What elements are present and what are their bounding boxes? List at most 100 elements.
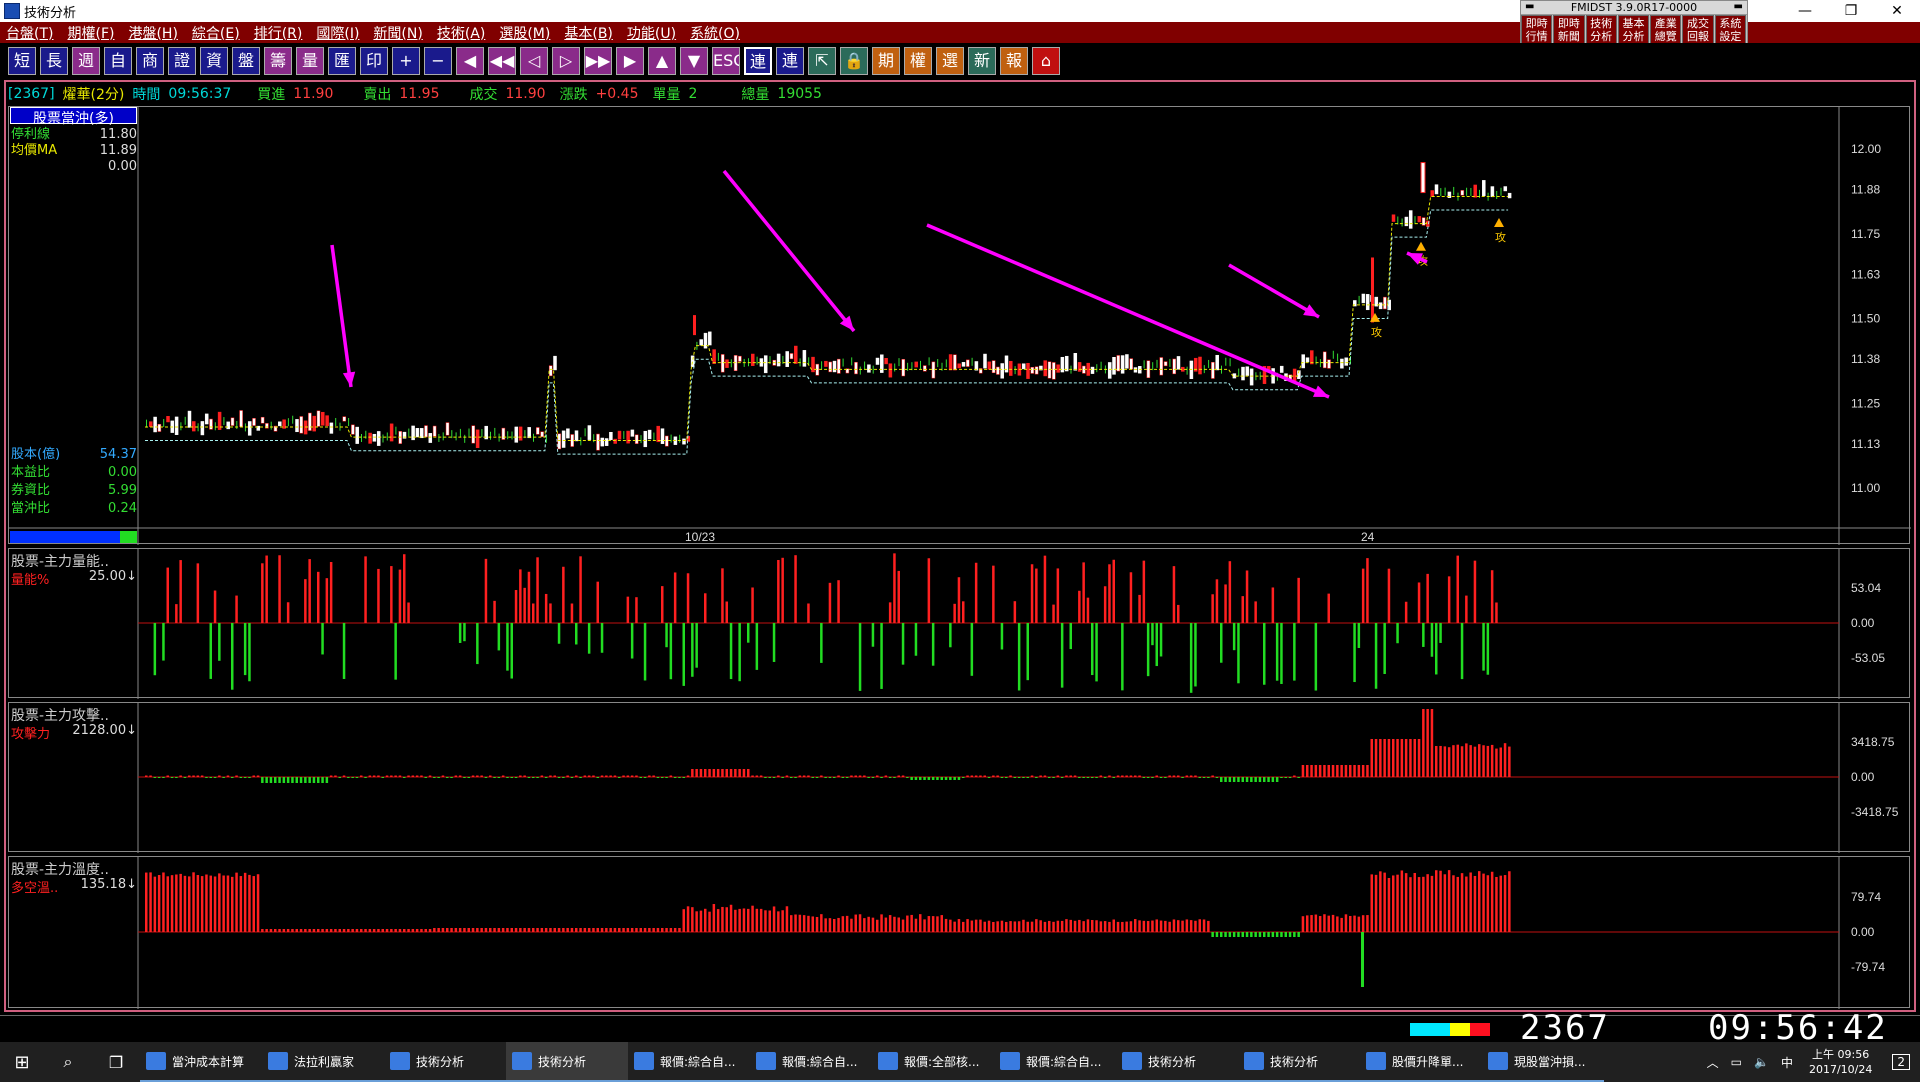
- fmidst-menu-icon[interactable]: ▬: [1734, 1, 1743, 12]
- toolbar-button[interactable]: ▷: [552, 47, 580, 75]
- menu-item[interactable]: 綜合(E): [192, 23, 240, 43]
- clock[interactable]: 上午 09:56 2017/10/24: [1809, 1047, 1872, 1077]
- menu-item[interactable]: 功能(U): [627, 23, 676, 43]
- taskbar-app[interactable]: 當沖成本計算: [140, 1042, 262, 1082]
- volume-panel[interactable]: 股票-主力量能.. 量能% 25.00↓ 53.04 0.00 -53.05: [8, 548, 1910, 699]
- toolbar-button[interactable]: 盤: [232, 47, 260, 75]
- toolbar-button[interactable]: 週: [72, 47, 100, 75]
- temperature-panel[interactable]: 股票-主力溫度.. 多空溫.. 135.18↓ 79.74 0.00 -79.74: [8, 856, 1910, 1009]
- fmidst-button[interactable]: 系統 設定: [1714, 15, 1746, 44]
- network-icon[interactable]: ▭: [1731, 1055, 1742, 1069]
- fmidst-button[interactable]: 即時 新聞: [1553, 15, 1585, 44]
- toolbar-button[interactable]: 自: [104, 47, 132, 75]
- temperature-bar: [192, 872, 195, 932]
- toolbar-button[interactable]: 證: [168, 47, 196, 75]
- toolbar-button[interactable]: ▶: [616, 47, 644, 75]
- ime-indicator[interactable]: 中: [1781, 1054, 1793, 1071]
- menu-item[interactable]: 排行(R): [254, 23, 303, 43]
- task-view-icon[interactable]: ❐: [92, 1042, 140, 1082]
- toolbar-button[interactable]: 🔒: [840, 47, 868, 75]
- price-panel[interactable]: 股票當沖(多) 停利線 11.80 均價MA 11.89 0.00 股本(億) 54.37…: [8, 106, 1911, 545]
- menu-item[interactable]: 基本(B): [564, 23, 613, 43]
- taskbar-app[interactable]: 技術分析: [1116, 1042, 1238, 1082]
- temperature-bar: [1327, 915, 1330, 932]
- volume-bar: [1000, 623, 1004, 650]
- toolbar-button[interactable]: 量: [296, 47, 324, 75]
- toolbar-button[interactable]: 資: [200, 47, 228, 75]
- toolbar-button[interactable]: 連: [776, 47, 804, 75]
- toolbar-button[interactable]: 報: [1000, 47, 1028, 75]
- fmidst-button[interactable]: 成交 回報: [1682, 15, 1714, 44]
- search-icon[interactable]: ⌕: [44, 1042, 92, 1082]
- taskbar-app[interactable]: 報價:綜合自...: [994, 1042, 1116, 1082]
- taskbar-app[interactable]: 報價:綜合自...: [750, 1042, 872, 1082]
- menu-item[interactable]: 新聞(N): [373, 23, 422, 43]
- toolbar-button[interactable]: 匯: [328, 47, 356, 75]
- toolbar-button[interactable]: ◀: [456, 47, 484, 75]
- candle: [1116, 355, 1121, 372]
- toolbar-button[interactable]: 選: [936, 47, 964, 75]
- total-volume-label: 總量: [741, 87, 770, 103]
- toolbar-button[interactable]: 期: [872, 47, 900, 75]
- toolbar-button[interactable]: ⌂: [1032, 47, 1060, 75]
- toolbar-button[interactable]: 商: [136, 47, 164, 75]
- taskbar-app[interactable]: 技術分析: [1238, 1042, 1360, 1082]
- attack-bar: [1134, 775, 1137, 777]
- attack-bar: [497, 777, 501, 778]
- toolbar-button[interactable]: ▶▶: [584, 47, 612, 75]
- toolbar-button[interactable]: ▲: [648, 47, 676, 75]
- taskbar-app[interactable]: 技術分析: [384, 1042, 506, 1082]
- attack-panel[interactable]: 股票-主力攻擊.. 攻擊力 2128.00↓ 3418.75 0.00 -3418.…: [8, 702, 1910, 853]
- temperature-bar: [183, 875, 187, 932]
- volume-bar: [1215, 579, 1219, 623]
- attack-bar: [639, 777, 642, 778]
- toolbar-button[interactable]: 權: [904, 47, 932, 75]
- menu-item[interactable]: 國際(I): [316, 23, 359, 43]
- fmidst-button[interactable]: 基本 分析: [1617, 15, 1650, 44]
- menu-item[interactable]: 系統(O): [690, 23, 740, 43]
- volume-icon[interactable]: 🔈: [1754, 1055, 1769, 1069]
- minimize-button[interactable]: —: [1782, 0, 1828, 22]
- temperature-bar: [497, 928, 501, 932]
- toolbar-button[interactable]: +: [392, 47, 420, 75]
- toolbar-button[interactable]: 印: [360, 47, 388, 75]
- toolbar-button[interactable]: ◀◀: [488, 47, 516, 75]
- menu-item[interactable]: 技術(A): [437, 23, 486, 43]
- toolbar-button[interactable]: ⇱: [808, 47, 836, 75]
- taskbar-app[interactable]: 報價:全部核...: [872, 1042, 994, 1082]
- fmidst-button[interactable]: 產業 總覽: [1650, 15, 1682, 44]
- taskbar-app[interactable]: 技術分析: [506, 1042, 628, 1082]
- toolbar-button[interactable]: ◁: [520, 47, 548, 75]
- toolbar-button[interactable]: ESC: [712, 47, 740, 75]
- temperature-bar: [1349, 915, 1352, 932]
- taskbar-app[interactable]: 股價升降單...: [1360, 1042, 1482, 1082]
- candle: [1133, 367, 1138, 373]
- notification-icon[interactable]: 2: [1892, 1054, 1910, 1070]
- menu-item[interactable]: 選股(M): [499, 23, 550, 43]
- toolbar-button[interactable]: 新: [968, 47, 996, 75]
- attack-bar: [510, 777, 513, 778]
- toolbar-button[interactable]: 籌: [264, 47, 292, 75]
- candle: [368, 432, 372, 444]
- temperature-bar: [596, 928, 599, 932]
- temperature-bar: [527, 928, 531, 932]
- menu-item[interactable]: 期權(F): [67, 23, 114, 43]
- fmidst-minimize-icon[interactable]: ▬: [1525, 1, 1534, 12]
- menu-item[interactable]: 台盤(T): [6, 23, 53, 43]
- fmidst-button[interactable]: 即時 行情: [1521, 15, 1553, 44]
- toolbar-button[interactable]: 連: [744, 47, 772, 75]
- attack-bar: [458, 775, 462, 777]
- taskbar-app[interactable]: 現股當沖損...: [1482, 1042, 1604, 1082]
- taskbar-app[interactable]: 法拉利贏家: [262, 1042, 384, 1082]
- taskbar-app[interactable]: 報價:綜合自...: [628, 1042, 750, 1082]
- toolbar-button[interactable]: −: [424, 47, 452, 75]
- close-button[interactable]: ✕: [1874, 0, 1920, 22]
- tray-chevron-icon[interactable]: ︿: [1707, 1054, 1719, 1071]
- fmidst-button[interactable]: 技術 分析: [1585, 15, 1617, 44]
- toolbar-button[interactable]: ▼: [680, 47, 708, 75]
- menu-item[interactable]: 港盤(H): [128, 23, 177, 43]
- toolbar-button[interactable]: 長: [40, 47, 68, 75]
- toolbar-button[interactable]: 短: [8, 47, 36, 75]
- windows-start-icon[interactable]: ⊞: [0, 1042, 44, 1082]
- maximize-button[interactable]: ❐: [1828, 0, 1874, 22]
